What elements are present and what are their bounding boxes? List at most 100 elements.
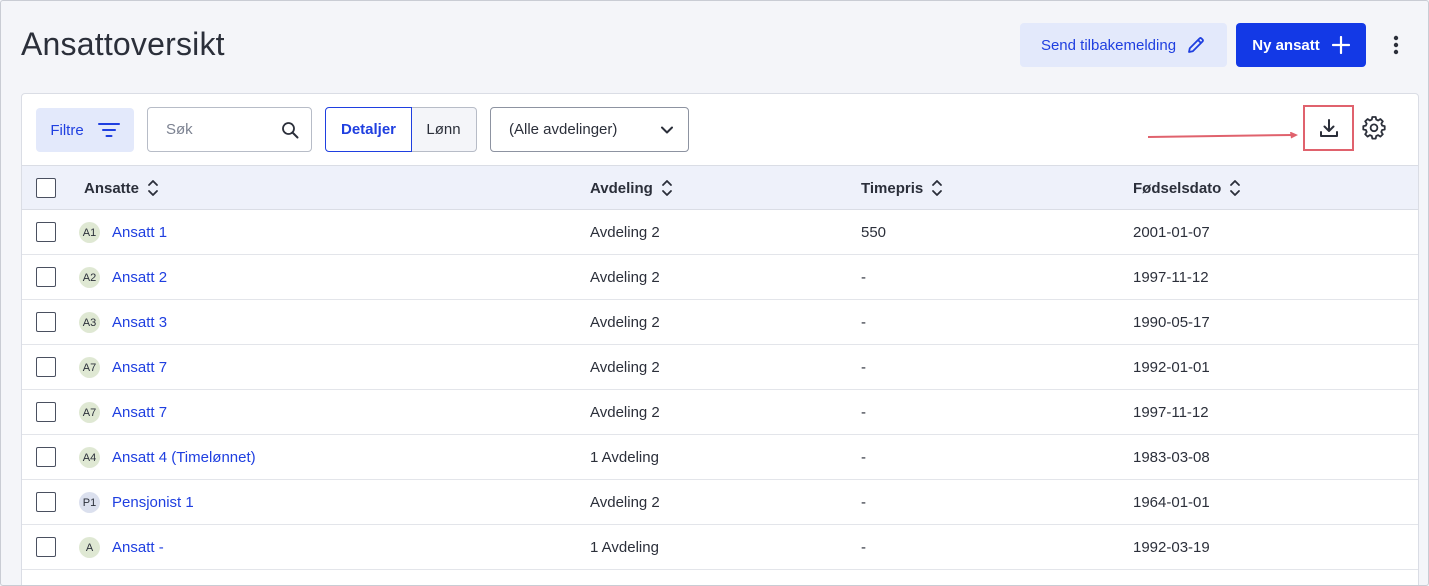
table-row bbox=[22, 570, 1418, 585]
sort-icon bbox=[1230, 180, 1241, 196]
row-checkbox[interactable] bbox=[36, 312, 56, 332]
birthdate-cell: 1992-03-19 bbox=[1133, 538, 1210, 556]
birthdate-cell: 1964-01-01 bbox=[1133, 493, 1210, 511]
column-header-hourly-rate[interactable]: Timepris bbox=[861, 166, 943, 210]
column-header-employees[interactable]: Ansatte bbox=[84, 166, 159, 210]
sort-icon bbox=[148, 180, 158, 196]
employee-name-link[interactable]: Ansatt 1 bbox=[112, 210, 167, 254]
search-icon[interactable] bbox=[281, 121, 299, 139]
avatar: A bbox=[79, 537, 100, 558]
department-select[interactable]: (Alle avdelinger) bbox=[490, 107, 689, 152]
hourly-rate-cell: - bbox=[861, 448, 866, 466]
table-row: A7 Ansatt 7 Avdeling 2 - 1992-01-01 bbox=[22, 345, 1418, 390]
hourly-rate-cell: - bbox=[861, 538, 866, 556]
department-select-value: (Alle avdelinger) bbox=[509, 121, 618, 138]
avatar: A4 bbox=[79, 447, 100, 468]
birthdate-cell: 1990-05-17 bbox=[1133, 313, 1210, 331]
department-cell: Avdeling 2 bbox=[590, 313, 660, 331]
hourly-rate-cell: - bbox=[861, 358, 866, 376]
hourly-rate-cell: 550 bbox=[861, 223, 887, 241]
table-row: A3 Ansatt 3 Avdeling 2 - 1990-05-17 bbox=[22, 300, 1418, 345]
table-row: P1 Pensjonist 1 Avdeling 2 - 1964-01-01 bbox=[22, 480, 1418, 525]
search-box bbox=[147, 107, 312, 152]
column-header-birthdate-label: Fødselsdato bbox=[1133, 179, 1222, 197]
select-all-checkbox[interactable] bbox=[36, 178, 56, 198]
department-cell: Avdeling 2 bbox=[590, 268, 660, 286]
row-checkbox[interactable] bbox=[36, 447, 56, 467]
filter-lines-icon bbox=[97, 123, 120, 137]
row-checkbox[interactable] bbox=[36, 357, 56, 377]
employee-name-link[interactable]: Ansatt 2 bbox=[112, 255, 167, 299]
row-checkbox[interactable] bbox=[36, 492, 56, 512]
employee-name-link[interactable]: Pensjonist 1 bbox=[112, 480, 194, 524]
annotation-arrow bbox=[1148, 132, 1298, 139]
table-toolbar: Filtre Detaljer Lønn (Alle avdelinger) bbox=[22, 94, 1418, 165]
row-checkbox[interactable] bbox=[36, 537, 56, 557]
employee-table-card: Filtre Detaljer Lønn (Alle avdelinger) bbox=[21, 93, 1419, 585]
search-input[interactable] bbox=[148, 108, 276, 151]
filter-label: Filtre bbox=[50, 121, 84, 139]
employee-name-link[interactable]: Ansatt 7 bbox=[112, 390, 167, 434]
birthdate-cell: 1997-11-12 bbox=[1133, 268, 1209, 286]
hourly-rate-cell: - bbox=[861, 403, 866, 421]
avatar: P1 bbox=[79, 492, 100, 513]
hourly-rate-cell: - bbox=[861, 268, 866, 286]
row-checkbox[interactable] bbox=[36, 267, 56, 287]
send-feedback-label: Send tilbakemelding bbox=[1040, 36, 1177, 54]
department-cell: Avdeling 2 bbox=[590, 358, 660, 376]
birthdate-cell: 1992-01-01 bbox=[1133, 358, 1210, 376]
new-employee-label: Ny ansatt bbox=[1252, 36, 1320, 54]
view-details-tab[interactable]: Detaljer bbox=[325, 107, 412, 152]
avatar: A3 bbox=[79, 312, 100, 333]
app-frame: Ansattoversikt Send tilbakemelding Ny an… bbox=[0, 0, 1429, 586]
avatar: A7 bbox=[79, 357, 100, 378]
filter-button[interactable]: Filtre bbox=[36, 108, 134, 152]
send-feedback-button[interactable]: Send tilbakemelding bbox=[1020, 23, 1227, 67]
department-cell: 1 Avdeling bbox=[590, 538, 659, 556]
gear-icon bbox=[1362, 116, 1386, 140]
more-options-button[interactable] bbox=[1385, 31, 1407, 59]
table-row: A7 Ansatt 7 Avdeling 2 - 1997-11-12 bbox=[22, 390, 1418, 435]
sort-icon bbox=[661, 180, 672, 196]
avatar: A7 bbox=[79, 402, 100, 423]
column-header-employees-label: Ansatte bbox=[84, 179, 140, 197]
avatar: A2 bbox=[79, 267, 100, 288]
view-salary-tab[interactable]: Lønn bbox=[411, 107, 477, 152]
page-title: Ansattoversikt bbox=[21, 26, 225, 62]
sort-icon bbox=[932, 180, 943, 196]
table-header: Ansatte Avdeling Timepris Fødselsdato bbox=[22, 165, 1418, 210]
table-body: A1 Ansatt 1 Avdeling 2 550 2001-01-07 A2… bbox=[22, 210, 1418, 585]
column-header-department[interactable]: Avdeling bbox=[590, 166, 673, 210]
table-row: A4 Ansatt 4 (Timelønnet) 1 Avdeling - 19… bbox=[22, 435, 1418, 480]
hourly-rate-cell: - bbox=[861, 493, 866, 511]
new-employee-button[interactable]: Ny ansatt bbox=[1236, 23, 1366, 67]
column-header-department-label: Avdeling bbox=[590, 179, 653, 197]
birthdate-cell: 1983-03-08 bbox=[1133, 448, 1210, 466]
birthdate-cell: 2001-01-07 bbox=[1133, 223, 1210, 241]
employee-name-link[interactable]: Ansatt 7 bbox=[112, 345, 167, 389]
plus-icon bbox=[1331, 36, 1350, 54]
employee-name-link[interactable]: Ansatt 3 bbox=[112, 300, 167, 344]
department-cell: Avdeling 2 bbox=[590, 493, 660, 511]
department-cell: Avdeling 2 bbox=[590, 403, 660, 421]
table-row: A2 Ansatt 2 Avdeling 2 - 1997-11-12 bbox=[22, 255, 1418, 300]
employee-name-link[interactable]: Ansatt - bbox=[112, 525, 164, 569]
chevron-down-icon bbox=[661, 126, 673, 134]
column-header-hourly-rate-label: Timepris bbox=[861, 179, 924, 197]
birthdate-cell: 1997-11-12 bbox=[1133, 403, 1209, 421]
avatar: A1 bbox=[79, 222, 100, 243]
table-row: A Ansatt - 1 Avdeling - 1992-03-19 bbox=[22, 525, 1418, 570]
kebab-menu-icon bbox=[1393, 35, 1399, 55]
row-checkbox[interactable] bbox=[36, 222, 56, 242]
row-checkbox[interactable] bbox=[36, 402, 56, 422]
table-row: A1 Ansatt 1 Avdeling 2 550 2001-01-07 bbox=[22, 210, 1418, 255]
pencil-icon bbox=[1188, 37, 1204, 53]
hourly-rate-cell: - bbox=[861, 313, 866, 331]
employee-name-link[interactable]: Ansatt 4 (Timelønnet) bbox=[112, 435, 256, 479]
department-cell: 1 Avdeling bbox=[590, 448, 659, 466]
column-header-birthdate[interactable]: Fødselsdato bbox=[1133, 166, 1241, 210]
department-cell: Avdeling 2 bbox=[590, 223, 660, 241]
table-settings-button[interactable] bbox=[1362, 116, 1386, 140]
download-icon bbox=[1319, 119, 1338, 137]
export-download-button[interactable] bbox=[1303, 105, 1354, 151]
